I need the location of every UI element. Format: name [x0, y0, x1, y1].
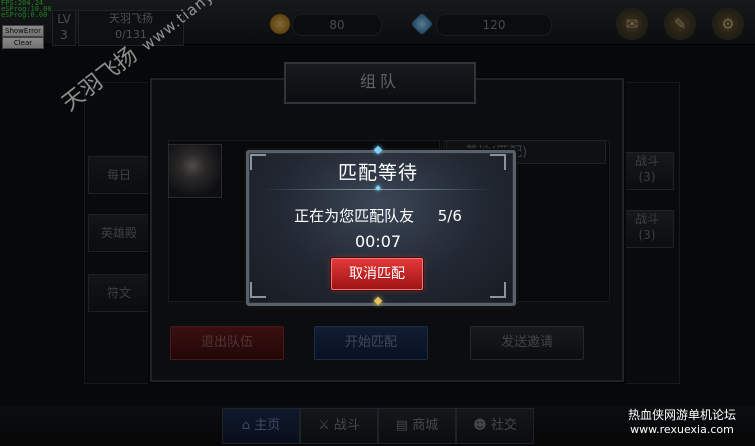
forum-url: www.rexuexia.com: [630, 423, 734, 436]
corner-ornament: [250, 282, 266, 298]
cancel-match-button[interactable]: 取消匹配: [331, 258, 423, 290]
match-message: 正在为您匹配队友: [294, 207, 415, 225]
match-progress: 5/6: [437, 207, 462, 225]
match-status: 正在为您匹配队友 5/6: [246, 205, 510, 226]
dialog-title: 匹配等待: [337, 162, 418, 184]
forum-name: 热血侠网游单机论坛: [627, 408, 736, 422]
match-timer: 00:07: [354, 232, 402, 251]
corner-ornament: [490, 282, 506, 298]
